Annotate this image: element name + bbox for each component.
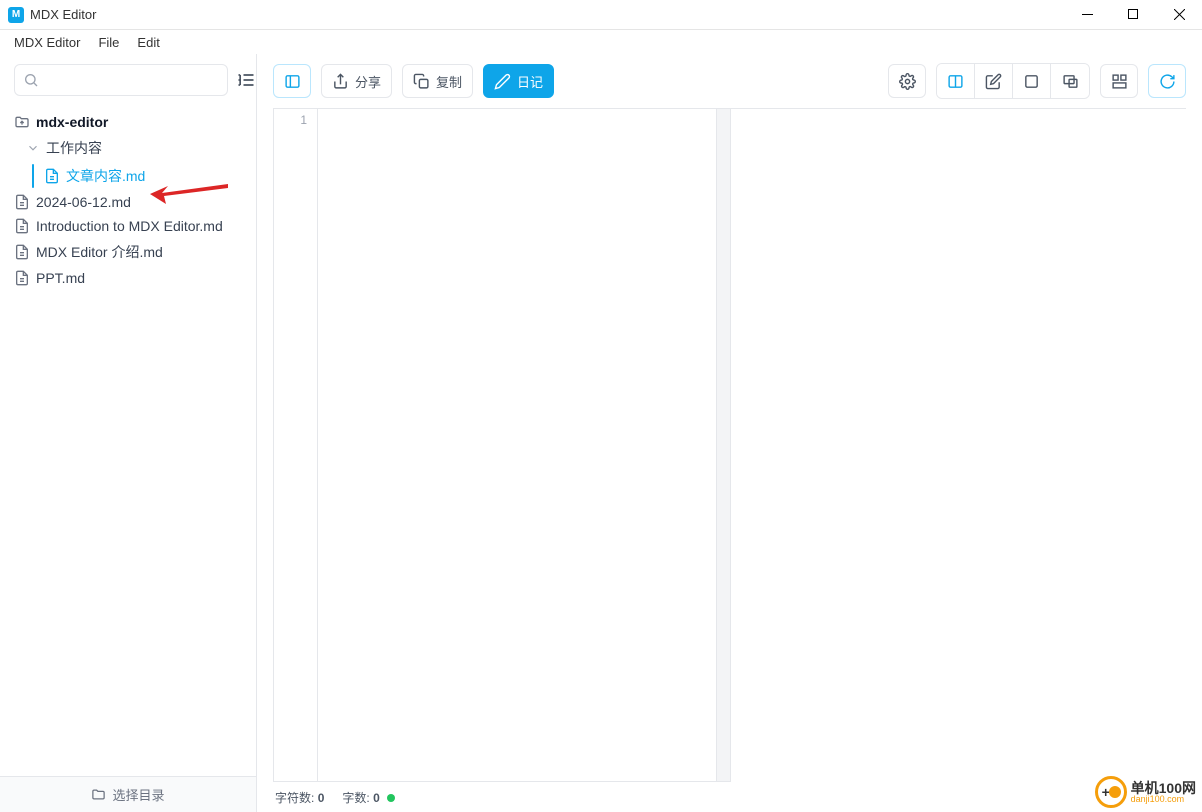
layout-icon bbox=[1111, 73, 1128, 90]
sidebar-toggle-button[interactable] bbox=[273, 64, 311, 98]
share-icon bbox=[332, 73, 349, 90]
copy-icon bbox=[413, 73, 430, 90]
titlebar: M MDX Editor bbox=[0, 0, 1202, 30]
square-icon bbox=[1023, 73, 1040, 90]
file-icon bbox=[44, 168, 60, 184]
status-dot bbox=[387, 794, 395, 802]
content-area: 分享 复制 日记 bbox=[257, 54, 1202, 812]
statusbar: 字符数: 0 字数: 0 bbox=[257, 782, 1202, 812]
settings-button[interactable] bbox=[888, 64, 926, 98]
toolbar: 分享 复制 日记 bbox=[257, 54, 1202, 108]
file-icon bbox=[14, 218, 30, 234]
edit-view-button[interactable] bbox=[975, 64, 1013, 98]
share-button[interactable]: 分享 bbox=[321, 64, 392, 98]
tree-root-label: mdx-editor bbox=[36, 114, 108, 130]
editor-split: 1 bbox=[273, 108, 1186, 782]
share-label: 分享 bbox=[355, 72, 381, 91]
view-mode-group bbox=[936, 63, 1090, 99]
search-box[interactable] bbox=[14, 64, 228, 96]
minimize-button[interactable] bbox=[1064, 0, 1110, 30]
present-view-button[interactable] bbox=[1051, 64, 1089, 98]
sidebar: mdx-editor 工作内容 文章内容.md 2024-06-12.md In… bbox=[0, 54, 257, 812]
diary-button[interactable]: 日记 bbox=[483, 64, 554, 98]
tree-file[interactable]: 2024-06-12.md bbox=[8, 190, 248, 214]
chevron-down-icon bbox=[26, 141, 40, 155]
pencil-icon bbox=[494, 73, 511, 90]
tree-file-label: PPT.md bbox=[36, 270, 85, 286]
search-input[interactable] bbox=[43, 73, 219, 88]
preview-pane bbox=[731, 109, 1187, 782]
app-icon: M bbox=[8, 7, 24, 23]
choose-directory-label: 选择目录 bbox=[112, 785, 164, 804]
gear-icon bbox=[899, 73, 916, 90]
word-count: 字数: 0 bbox=[342, 789, 395, 806]
refresh-icon bbox=[1159, 73, 1176, 90]
window-title: MDX Editor bbox=[30, 7, 96, 22]
folder-icon bbox=[91, 787, 106, 802]
file-icon bbox=[14, 194, 30, 210]
preview-view-button[interactable] bbox=[1013, 64, 1051, 98]
editor-pane: 1 bbox=[273, 109, 731, 782]
tree-file[interactable]: MDX Editor 介绍.md bbox=[8, 238, 248, 266]
close-button[interactable] bbox=[1156, 0, 1202, 30]
tree-file-selected[interactable]: 文章内容.md bbox=[8, 162, 248, 190]
tree-file-label: 文章内容.md bbox=[66, 166, 145, 186]
panel-left-icon bbox=[284, 73, 301, 90]
tree-file-label: Introduction to MDX Editor.md bbox=[36, 218, 223, 234]
maximize-button[interactable] bbox=[1110, 0, 1156, 30]
scrollbar[interactable] bbox=[716, 109, 730, 781]
file-icon bbox=[14, 270, 30, 286]
line-number: 1 bbox=[274, 113, 307, 127]
tree-file[interactable]: PPT.md bbox=[8, 266, 248, 290]
menu-edit[interactable]: Edit bbox=[129, 33, 167, 52]
tree-root[interactable]: mdx-editor bbox=[8, 110, 248, 134]
char-count: 字符数: 0 bbox=[275, 789, 324, 806]
diary-label: 日记 bbox=[517, 72, 543, 91]
edit-icon bbox=[985, 73, 1002, 90]
search-icon bbox=[23, 72, 39, 88]
layout-button[interactable] bbox=[1100, 64, 1138, 98]
code-editor[interactable] bbox=[318, 109, 716, 781]
line-gutter: 1 bbox=[274, 109, 318, 781]
tree-folder[interactable]: 工作内容 bbox=[8, 134, 248, 162]
copy-label: 复制 bbox=[436, 72, 462, 91]
menu-file[interactable]: File bbox=[90, 33, 127, 52]
menubar: MDX Editor File Edit bbox=[0, 30, 1202, 54]
columns-icon bbox=[947, 73, 964, 90]
file-icon bbox=[14, 244, 30, 260]
presentation-icon bbox=[1062, 73, 1079, 90]
choose-directory-button[interactable]: 选择目录 bbox=[0, 776, 256, 812]
refresh-button[interactable] bbox=[1148, 64, 1186, 98]
tree-file[interactable]: Introduction to MDX Editor.md bbox=[8, 214, 248, 238]
file-tree: mdx-editor 工作内容 文章内容.md 2024-06-12.md In… bbox=[0, 106, 256, 776]
menu-app[interactable]: MDX Editor bbox=[6, 33, 88, 52]
outline-toggle-button[interactable] bbox=[236, 64, 256, 96]
split-view-button[interactable] bbox=[937, 64, 975, 98]
tree-file-label: 2024-06-12.md bbox=[36, 194, 131, 210]
tree-file-label: MDX Editor 介绍.md bbox=[36, 242, 163, 262]
copy-button[interactable]: 复制 bbox=[402, 64, 473, 98]
tree-folder-label: 工作内容 bbox=[46, 138, 102, 158]
